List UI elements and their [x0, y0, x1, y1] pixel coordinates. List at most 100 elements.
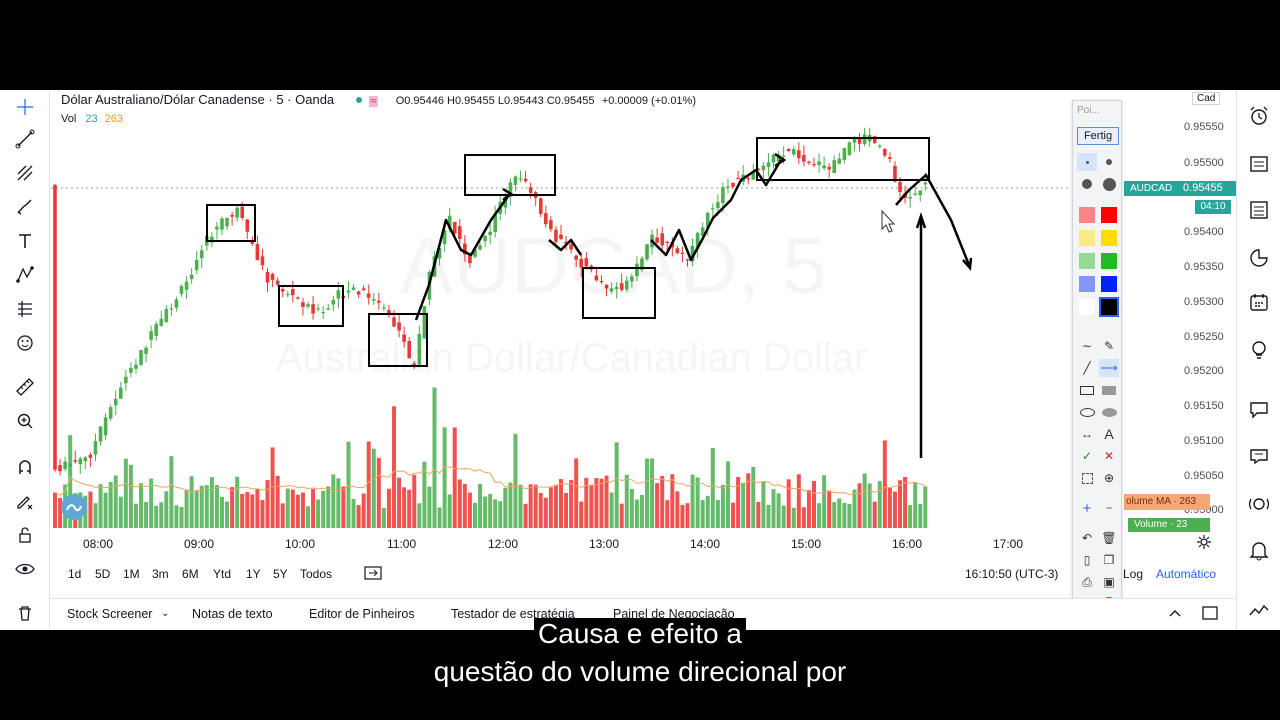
clear-trash-icon[interactable]: 🗑 [1099, 529, 1119, 547]
lock-icon[interactable] [12, 522, 38, 548]
calendar-icon[interactable] [1245, 288, 1273, 316]
range-button[interactable]: 6M [182, 567, 199, 581]
candle-body [842, 147, 847, 160]
copy-icon[interactable]: ❐ [1099, 551, 1119, 569]
ruler-icon[interactable] [12, 374, 38, 400]
magnify-icon[interactable]: ⊕ [1099, 469, 1119, 487]
range-button[interactable]: 1M [123, 567, 140, 581]
prediction-icon[interactable] [12, 296, 38, 322]
price-scale[interactable]: Cad 0.95550 0.95500 0.95400 0.95350 0.95300 0… [1124, 90, 1236, 550]
volume-legend[interactable]: Vol 23 263 [61, 113, 123, 125]
volume-bar [781, 505, 786, 528]
minus-icon[interactable]: − [1099, 499, 1119, 517]
change-value: +0.00009 (+0.01%) [601, 95, 696, 107]
arrow-tool-icon[interactable]: ⟶ [1099, 359, 1119, 377]
double-arrow-tool-icon[interactable]: ↔ [1077, 425, 1097, 443]
volume-bar [392, 406, 397, 528]
pattern-icon[interactable] [12, 262, 38, 288]
chats-icon[interactable] [1245, 396, 1273, 424]
ideas-lightbulb-icon[interactable] [1245, 336, 1273, 364]
filled-rectangle-tool-icon[interactable] [1099, 381, 1119, 399]
candle-body [538, 198, 543, 214]
emoji-icon[interactable] [12, 330, 38, 356]
color-swatch[interactable] [1101, 253, 1117, 269]
streams-icon[interactable] [1245, 442, 1273, 470]
color-swatch[interactable] [1099, 297, 1119, 317]
color-swatch-light[interactable] [1079, 253, 1095, 269]
volume-bar [402, 487, 407, 528]
volume-bar [280, 503, 285, 528]
print-icon[interactable]: ⎙ [1077, 573, 1097, 591]
trend-line-icon[interactable] [12, 126, 38, 152]
compare-dates-icon[interactable] [364, 565, 382, 586]
crosshair-icon[interactable] [12, 94, 38, 120]
freehand-tool-icon[interactable]: ∼ [1077, 337, 1097, 355]
notifications-bell-icon[interactable] [1245, 536, 1273, 564]
stay-drawing-icon[interactable] [12, 488, 38, 514]
color-swatch[interactable] [1101, 230, 1117, 246]
range-button[interactable]: 1d [68, 567, 81, 581]
pen-size-small-button[interactable] [1099, 153, 1119, 171]
pitchfork-icon[interactable] [12, 160, 38, 186]
range-button[interactable]: 5D [95, 567, 110, 581]
symbol-title[interactable]: Dólar Australiano/Dólar Canadense · 5 · … [61, 92, 334, 107]
candle-body [98, 426, 103, 442]
help-center-icon[interactable] [1245, 490, 1273, 518]
check-icon[interactable]: ✓ [1077, 447, 1097, 465]
color-swatch[interactable] [1101, 207, 1117, 223]
hotlists-icon[interactable] [1245, 244, 1273, 272]
pen-size-tiny-button[interactable] [1077, 153, 1097, 171]
filled-ellipse-tool-icon[interactable] [1099, 403, 1119, 421]
candle-body [113, 398, 118, 406]
volume-bar [812, 480, 816, 528]
color-swatch-light[interactable] [1079, 276, 1095, 292]
pen-size-medium-button[interactable] [1077, 175, 1097, 193]
range-button[interactable]: Todos [300, 567, 332, 581]
x-icon[interactable]: ✕ [1099, 447, 1119, 465]
volume-bar [321, 490, 326, 528]
magnet-icon[interactable] [12, 454, 38, 480]
color-swatch-light[interactable] [1079, 230, 1095, 246]
select-region-icon[interactable] [1077, 469, 1097, 487]
new-page-icon[interactable]: ▯ [1077, 551, 1097, 569]
auto-scale-toggle[interactable]: Automático [1156, 567, 1216, 581]
undo-icon[interactable]: ↶ [1077, 529, 1097, 547]
watchlist-icon[interactable] [1245, 150, 1273, 178]
highlighter-tool-icon[interactable]: ✎ [1099, 337, 1119, 355]
candle-body [771, 154, 776, 163]
zoom-in-icon[interactable] [12, 408, 38, 434]
save-icon[interactable]: ▣ [1099, 573, 1119, 591]
settings-gear-icon[interactable] [1196, 534, 1212, 555]
candle-body [108, 407, 113, 419]
rectangle-tool-icon[interactable] [1077, 381, 1097, 399]
color-swatch-light[interactable] [1079, 207, 1095, 223]
brush-icon[interactable] [12, 194, 38, 220]
volume-bar [523, 503, 528, 528]
time-tick-label: 09:00 [184, 537, 215, 551]
plus-icon[interactable]: + [1077, 499, 1097, 517]
log-toggle[interactable]: Log [1123, 567, 1143, 581]
volume-bar [154, 505, 159, 528]
details-list-icon[interactable] [1245, 196, 1273, 224]
text-tool-icon[interactable] [12, 228, 38, 254]
ellipse-tool-icon[interactable] [1077, 403, 1097, 421]
text-insert-icon[interactable]: A [1099, 425, 1119, 443]
pen-size-large-button[interactable] [1099, 175, 1119, 193]
range-button[interactable]: 1Y [246, 567, 261, 581]
subtitle-text-1: Causa e efeito a [534, 618, 746, 649]
clock-label[interactable]: 16:10:50 (UTC-3) [965, 567, 1058, 581]
currency-label[interactable]: Cad [1192, 92, 1221, 105]
done-button[interactable]: Fertig [1077, 127, 1119, 145]
line-tool-icon[interactable]: ╱ [1077, 359, 1097, 377]
alarm-clock-icon[interactable] [1245, 102, 1273, 130]
color-swatch[interactable] [1101, 276, 1117, 292]
color-swatch-light[interactable] [1079, 299, 1095, 315]
volume-bar [614, 442, 619, 528]
volume-bar [255, 489, 260, 528]
range-button[interactable]: 3m [152, 567, 169, 581]
volume-bar [326, 486, 331, 528]
eye-icon[interactable] [12, 556, 38, 582]
range-button[interactable]: Ytd [213, 567, 231, 581]
tradingview-logo[interactable] [61, 494, 87, 520]
range-button[interactable]: 5Y [273, 567, 288, 581]
